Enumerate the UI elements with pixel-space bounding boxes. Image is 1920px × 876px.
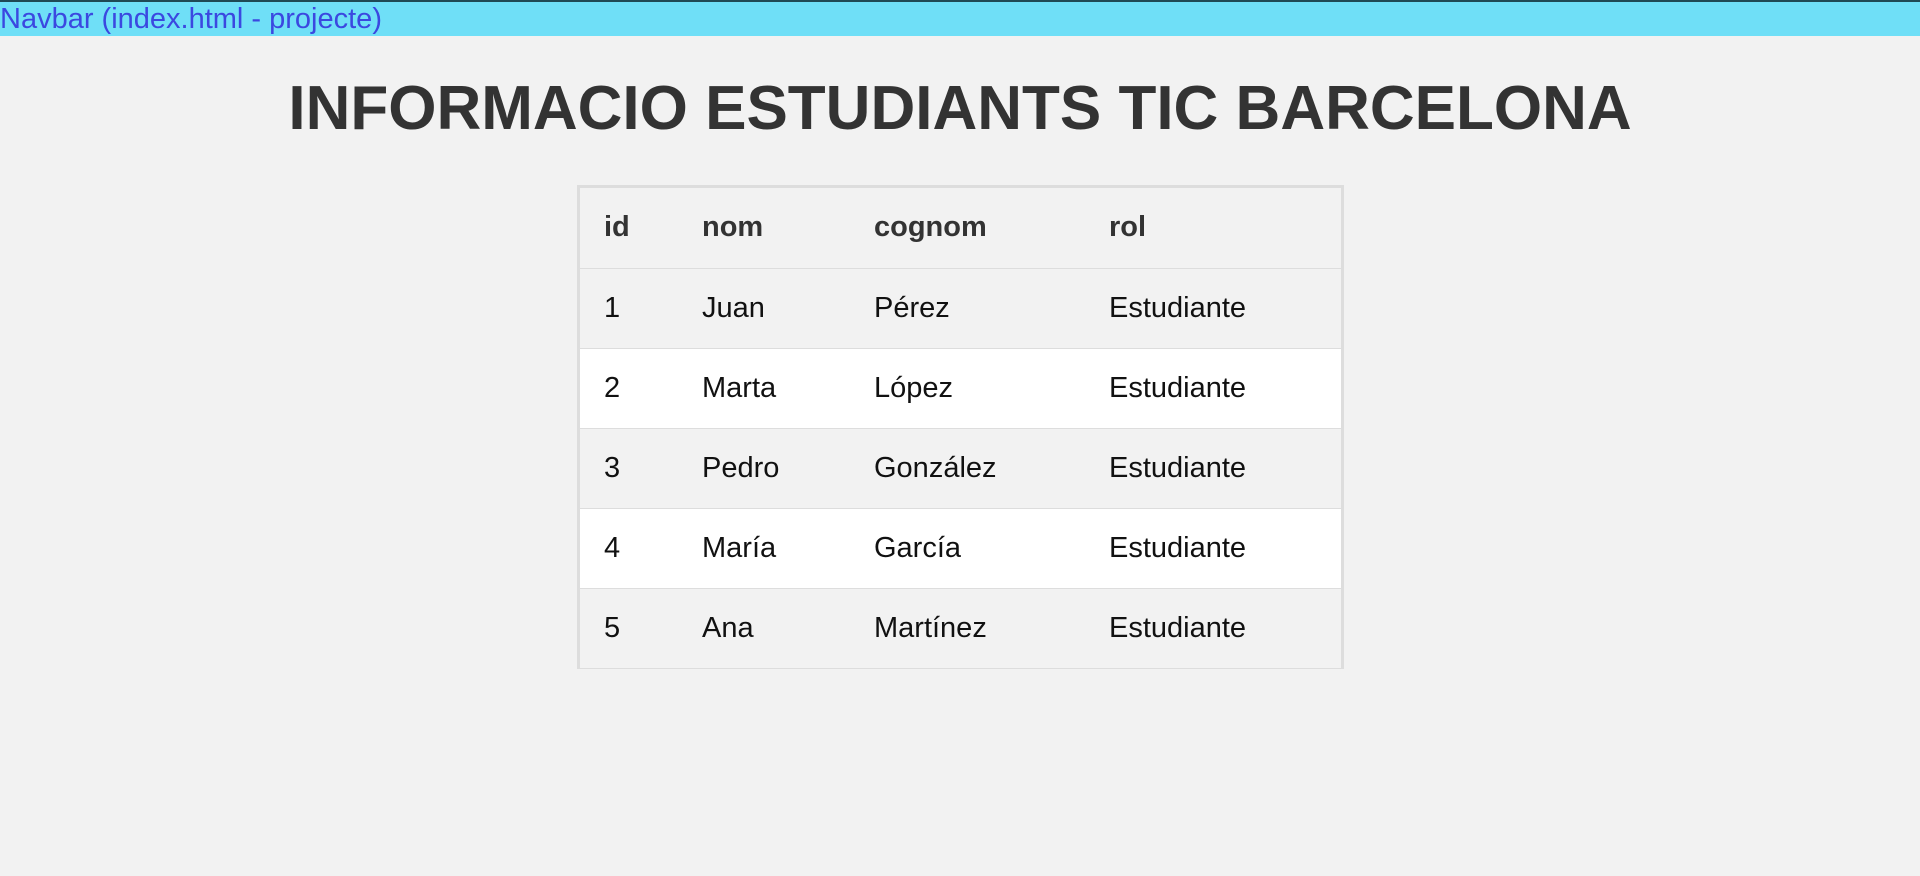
page-title: INFORMACIO ESTUDIANTS TIC BARCELONA <box>288 74 1632 143</box>
students-table: id nom cognom rol 1 Juan Pérez Estudiant… <box>580 188 1341 668</box>
table-row: 3 Pedro González Estudiante <box>580 427 1341 508</box>
column-header-rol: rol <box>1085 188 1341 268</box>
cell-id: 5 <box>580 587 678 668</box>
cell-rol: Estudiante <box>1085 267 1341 348</box>
cell-id: 2 <box>580 347 678 428</box>
cell-cognom: López <box>850 347 1085 428</box>
cell-id: 1 <box>580 267 678 348</box>
cell-nom: Ana <box>678 587 850 668</box>
navbar: Navbar (index.html - projecte) <box>0 0 1920 36</box>
cell-nom: Juan <box>678 267 850 348</box>
cell-cognom: González <box>850 427 1085 508</box>
students-table-container: id nom cognom rol 1 Juan Pérez Estudiant… <box>577 185 1344 669</box>
cell-rol: Estudiante <box>1085 427 1341 508</box>
cell-id: 4 <box>580 507 678 588</box>
cell-id: 3 <box>580 427 678 508</box>
table-row: 2 Marta López Estudiante <box>580 347 1341 428</box>
table-header-row: id nom cognom rol <box>580 188 1341 268</box>
column-header-cognom: cognom <box>850 188 1085 268</box>
table-row: 1 Juan Pérez Estudiante <box>580 267 1341 348</box>
cell-cognom: García <box>850 507 1085 588</box>
cell-nom: Marta <box>678 347 850 428</box>
cell-rol: Estudiante <box>1085 347 1341 428</box>
column-header-nom: nom <box>678 188 850 268</box>
cell-cognom: Pérez <box>850 267 1085 348</box>
cell-nom: Pedro <box>678 427 850 508</box>
cell-rol: Estudiante <box>1085 507 1341 588</box>
cell-nom: María <box>678 507 850 588</box>
table-row: 5 Ana Martínez Estudiante <box>580 587 1341 668</box>
cell-cognom: Martínez <box>850 587 1085 668</box>
cell-rol: Estudiante <box>1085 587 1341 668</box>
column-header-id: id <box>580 188 678 268</box>
table-row: 4 María García Estudiante <box>580 507 1341 588</box>
navbar-link[interactable]: Navbar (index.html - projecte) <box>0 4 382 34</box>
